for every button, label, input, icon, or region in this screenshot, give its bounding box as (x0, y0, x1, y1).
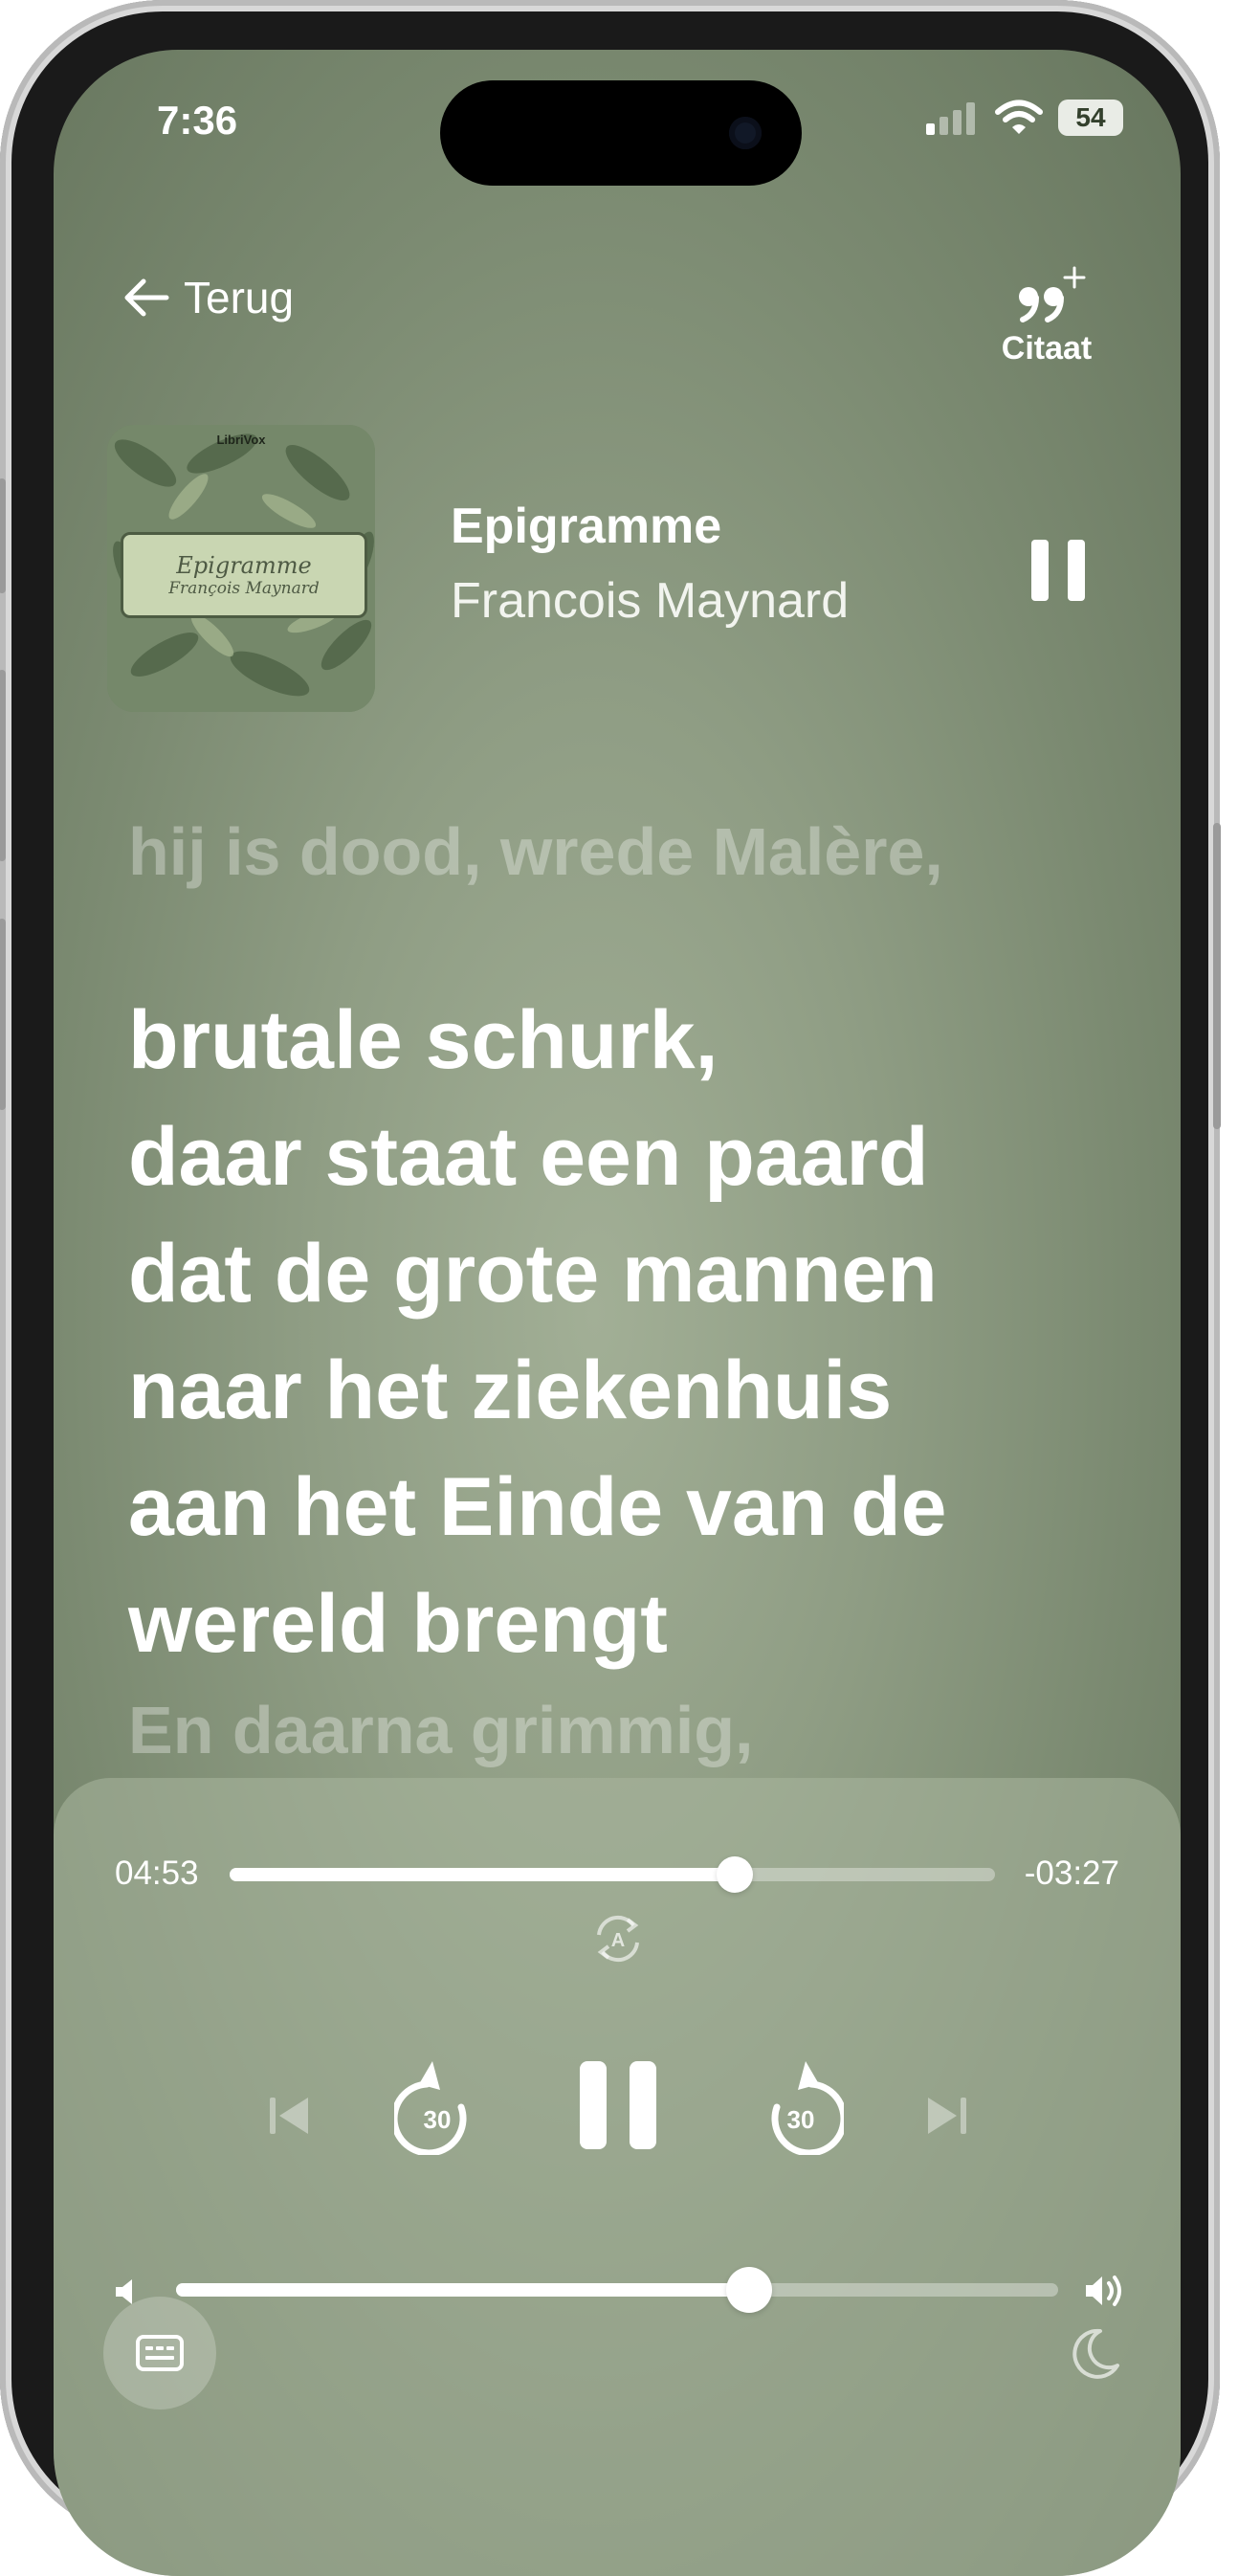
pause-icon (580, 2061, 656, 2149)
skip-previous-icon (270, 2098, 308, 2134)
forward-button[interactable]: 30 (758, 2055, 848, 2160)
skip-next-icon (928, 2098, 966, 2134)
quote-button[interactable]: Citaat (989, 266, 1104, 367)
camera-icon (729, 117, 762, 149)
sleep-timer-button[interactable] (1072, 2327, 1121, 2386)
book-title: Epigramme (451, 499, 722, 554)
moon-icon (1072, 2328, 1119, 2379)
volume-down-button (0, 919, 6, 1110)
volume-high-icon (1083, 2272, 1125, 2315)
autoplay-icon: A (597, 1915, 639, 1963)
action-button (0, 478, 6, 593)
lyric-line: wereld brengt (128, 1578, 668, 1670)
cover-publisher: LibriVox (216, 433, 266, 447)
player-panel (54, 1778, 1181, 2576)
progress-knob[interactable] (717, 1856, 753, 1893)
volume-fill (176, 2283, 750, 2297)
status-time: 7:36 (157, 98, 238, 143)
lyric-line: dat de grote mannen (128, 1228, 938, 1320)
autoplay-button[interactable]: A (589, 1910, 647, 1967)
dynamic-island (440, 80, 802, 186)
quote-label: Citaat (1001, 330, 1093, 366)
back-button[interactable]: Terug (122, 272, 294, 323)
volume-slider[interactable] (176, 2267, 1058, 2313)
battery-indicator: 54 (1058, 100, 1123, 136)
screen: 7:36 54 Terug Citaat LibriVox Epigramme … (54, 50, 1181, 2576)
subtitles-icon (136, 2335, 184, 2371)
track-info: Epigramme Francois Maynard (451, 498, 849, 630)
back-label: Terug (184, 273, 295, 322)
mini-pause-icon[interactable] (1028, 536, 1089, 605)
previous-chapter-button[interactable] (266, 2094, 314, 2143)
lyric-line: naar het ziekenhuis (128, 1344, 893, 1436)
transcript-button[interactable] (103, 2297, 216, 2409)
signal-icon (926, 102, 975, 135)
play-pause-button[interactable] (578, 2059, 658, 2156)
forward-icon: 30 (771, 2061, 848, 2157)
volume-knob[interactable] (726, 2267, 773, 2313)
lyric-line: aan het Einde van de (128, 1461, 947, 1553)
progress-slider[interactable] (230, 1856, 995, 1893)
next-chapter-button[interactable] (922, 2094, 970, 2143)
autoplay-badge: A (611, 1930, 625, 1951)
power-button (1213, 823, 1221, 1129)
cover-author: François Maynard (168, 579, 320, 598)
progress-fill (230, 1868, 735, 1881)
rewind-icon: 30 (390, 2061, 467, 2157)
quote-add-icon (1019, 266, 1086, 322)
previous-lyric-line: hij is dood, wrede Malère, (128, 814, 943, 889)
book-author: Francois Maynard (451, 573, 850, 629)
lyric-line: daar staat een paard (128, 1111, 929, 1203)
forward-seconds: 30 (787, 2105, 815, 2134)
book-cover: LibriVox Epigramme François Maynard (107, 425, 375, 712)
remaining-time: -03:27 (1024, 1854, 1119, 1892)
rewind-seconds: 30 (424, 2105, 452, 2134)
arrow-left-icon (124, 278, 169, 317)
current-lyrics: brutale schurk, daar staat een paard dat… (128, 982, 1142, 1682)
phone-frame: 7:36 54 Terug Citaat LibriVox Epigramme … (0, 0, 1221, 2576)
next-lyric-line: En daarna grimmig, (128, 1693, 754, 1767)
lyric-line: brutale schurk, (128, 994, 718, 1086)
wifi-icon (995, 100, 1043, 134)
cover-title: Epigramme (176, 552, 312, 579)
status-icons: 54 (924, 100, 1123, 136)
volume-up-button (0, 670, 6, 861)
elapsed-time: 04:53 (115, 1854, 199, 1892)
cover-title-box: Epigramme François Maynard (121, 532, 367, 618)
rewind-button[interactable]: 30 (390, 2055, 480, 2160)
